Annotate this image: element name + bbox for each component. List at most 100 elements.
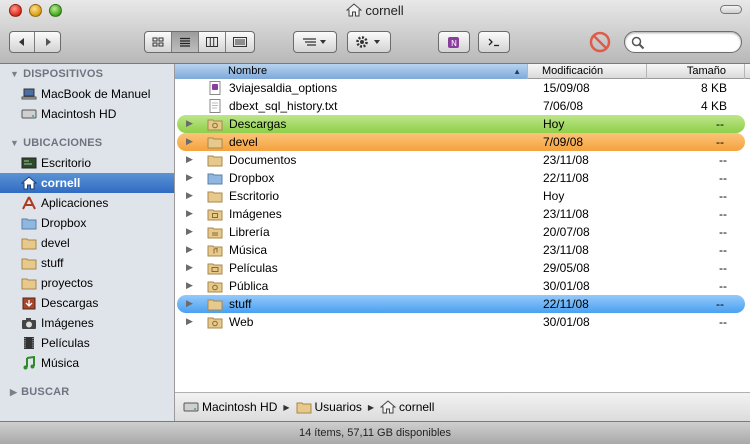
file-size: 4 KB — [700, 99, 727, 113]
section-label: BUSCAR — [21, 386, 70, 398]
disclosure-closed-icon[interactable]: ▶ — [186, 190, 193, 201]
file-size: -- — [719, 189, 727, 203]
file-modified: 7/06/08 — [543, 99, 584, 113]
column-header: Nombre ▲ Modificación Tamaño — [175, 64, 750, 79]
sidebar-item-peliculas[interactable]: Películas — [0, 333, 174, 353]
file-size: -- — [719, 225, 727, 239]
sidebar-item-macintosh-hd[interactable]: Macintosh HD — [0, 104, 174, 124]
desktop-folder-icon — [207, 191, 223, 203]
column-modified-header[interactable]: Modificación — [528, 64, 647, 79]
text-document-icon — [209, 99, 221, 113]
column-label: Tamaño — [686, 65, 726, 77]
coverflow-view-button[interactable] — [226, 32, 254, 52]
sidebar-item-macbook[interactable]: MacBook de Manuel — [0, 84, 174, 104]
back-button[interactable] — [10, 32, 35, 52]
file-name: Películas — [229, 261, 278, 275]
file-row[interactable]: ▶ Dropbox 22/11/08 -- — [175, 169, 750, 187]
file-name: Imágenes — [229, 207, 282, 221]
sidebar-item-label: Escritorio — [41, 156, 92, 170]
folder-icon — [21, 258, 37, 270]
window-title-text: cornell — [365, 3, 404, 18]
disclosure-closed-icon[interactable]: ▶ — [186, 262, 193, 273]
file-name: Dropbox — [229, 171, 275, 185]
file-row[interactable]: ▶ devel 7/09/08 -- — [177, 133, 745, 151]
laptop-icon — [21, 88, 37, 100]
hard-drive-icon — [21, 109, 37, 119]
path-segment-volume[interactable]: Macintosh HD — [202, 400, 277, 414]
column-size-header[interactable]: Tamaño — [647, 64, 745, 79]
file-row[interactable]: ▶ Web 30/01/08 -- — [175, 313, 750, 331]
sidebar-item-imagenes[interactable]: Imágenes — [0, 313, 174, 333]
sidebar-section-devices[interactable]: ▼ DISPOSITIVOS — [10, 68, 103, 80]
file-row[interactable]: ▶ Películas 29/05/08 -- — [175, 259, 750, 277]
file-row[interactable]: ▶ Imágenes 23/11/08 -- — [175, 205, 750, 223]
disclosure-closed-icon[interactable]: ▶ — [186, 118, 193, 129]
app-document-icon — [209, 81, 221, 95]
list-view-button[interactable] — [172, 32, 199, 52]
sidebar-item-musica[interactable]: Música — [0, 353, 174, 373]
file-name: 3viajesaldia_options — [229, 81, 338, 95]
file-row[interactable]: ▶ Escritorio Hoy -- — [175, 187, 750, 205]
search-icon — [631, 36, 645, 50]
file-row[interactable]: ▶ Música 23/11/08 -- — [175, 241, 750, 259]
disclosure-closed-icon[interactable]: ▶ — [186, 316, 193, 327]
file-modified: 23/11/08 — [543, 207, 589, 221]
sidebar-item-label: proyectos — [41, 276, 94, 290]
file-modified: 30/01/08 — [543, 279, 590, 293]
toolbar-toggle-button[interactable] — [720, 5, 742, 14]
sidebar-item-dropbox[interactable]: Dropbox — [0, 213, 174, 233]
disclosure-closed-icon[interactable]: ▶ — [186, 280, 193, 291]
arrange-menu-button[interactable] — [293, 31, 337, 53]
column-view-icon — [206, 37, 218, 47]
sidebar-item-label: stuff — [41, 256, 64, 270]
sidebar-item-devel[interactable]: devel — [0, 233, 174, 253]
disclosure-closed-icon[interactable]: ▶ — [186, 244, 193, 255]
forward-button[interactable] — [35, 32, 60, 52]
file-row[interactable]: ▶ stuff 22/11/08 -- — [177, 295, 745, 313]
sidebar-section-search[interactable]: ▶ BUSCAR — [10, 386, 69, 398]
disclosure-closed-icon[interactable]: ▶ — [186, 154, 193, 165]
path-segment-home[interactable]: cornell — [399, 400, 434, 414]
file-row[interactable]: ▶ Descargas Hoy -- — [177, 115, 745, 133]
path-separator-icon: ▶ — [283, 402, 290, 412]
camera-icon — [22, 318, 36, 329]
disclosure-closed-icon[interactable]: ▶ — [186, 298, 193, 309]
file-row[interactable]: ▶ Documentos 23/11/08 -- — [175, 151, 750, 169]
action-menu-button[interactable] — [347, 31, 391, 53]
documents-folder-icon — [207, 155, 223, 167]
onenote-button[interactable]: N — [438, 31, 470, 53]
terminal-button[interactable] — [478, 31, 510, 53]
sidebar-item-descargas[interactable]: Descargas — [0, 293, 174, 313]
file-row[interactable]: dbext_sql_history.txt 7/06/08 4 KB — [175, 97, 750, 115]
sidebar-item-escritorio[interactable]: Escritorio — [0, 153, 174, 173]
disclosure-closed-icon[interactable]: ▶ — [186, 226, 193, 237]
disclosure-closed-icon[interactable]: ▶ — [186, 172, 193, 183]
sidebar-item-proyectos[interactable]: proyectos — [0, 273, 174, 293]
file-row[interactable]: ▶ Librería 20/07/08 -- — [175, 223, 750, 241]
icon-view-button[interactable] — [145, 32, 172, 52]
path-bar: Macintosh HD ▶ Usuarios ▶ cornell — [175, 392, 750, 421]
column-name-header[interactable]: Nombre ▲ — [175, 64, 528, 79]
file-modified: 23/11/08 — [543, 153, 589, 167]
nav-back-forward — [9, 31, 61, 53]
sort-ascending-icon: ▲ — [513, 67, 521, 76]
status-text: 14 ítems, 57,11 GB disponibles — [298, 427, 452, 439]
disclosure-closed-icon: ▶ — [10, 387, 18, 397]
file-row[interactable]: 3viajesaldia_options 15/09/08 8 KB — [175, 79, 750, 97]
column-view-button[interactable] — [199, 32, 226, 52]
file-row[interactable]: ▶ Pública 30/01/08 -- — [175, 277, 750, 295]
disclosure-closed-icon[interactable]: ▶ — [186, 136, 193, 147]
sidebar-item-aplicaciones[interactable]: Aplicaciones — [0, 193, 174, 213]
status-bar: 14 ítems, 57,11 GB disponibles — [0, 421, 750, 444]
file-size: 8 KB — [700, 81, 727, 95]
search-field[interactable] — [624, 31, 742, 53]
sidebar-item-cornell[interactable]: cornell — [0, 173, 174, 193]
file-modified: 23/11/08 — [543, 243, 589, 257]
disclosure-closed-icon[interactable]: ▶ — [186, 208, 193, 219]
home-icon — [21, 176, 37, 190]
arrange-lines-icon — [303, 38, 326, 46]
sidebar-item-stuff[interactable]: stuff — [0, 253, 174, 273]
sidebar-section-places[interactable]: ▼ UBICACIONES — [10, 137, 102, 149]
forward-arrow-icon — [45, 38, 51, 46]
path-segment-users[interactable]: Usuarios — [315, 400, 362, 414]
